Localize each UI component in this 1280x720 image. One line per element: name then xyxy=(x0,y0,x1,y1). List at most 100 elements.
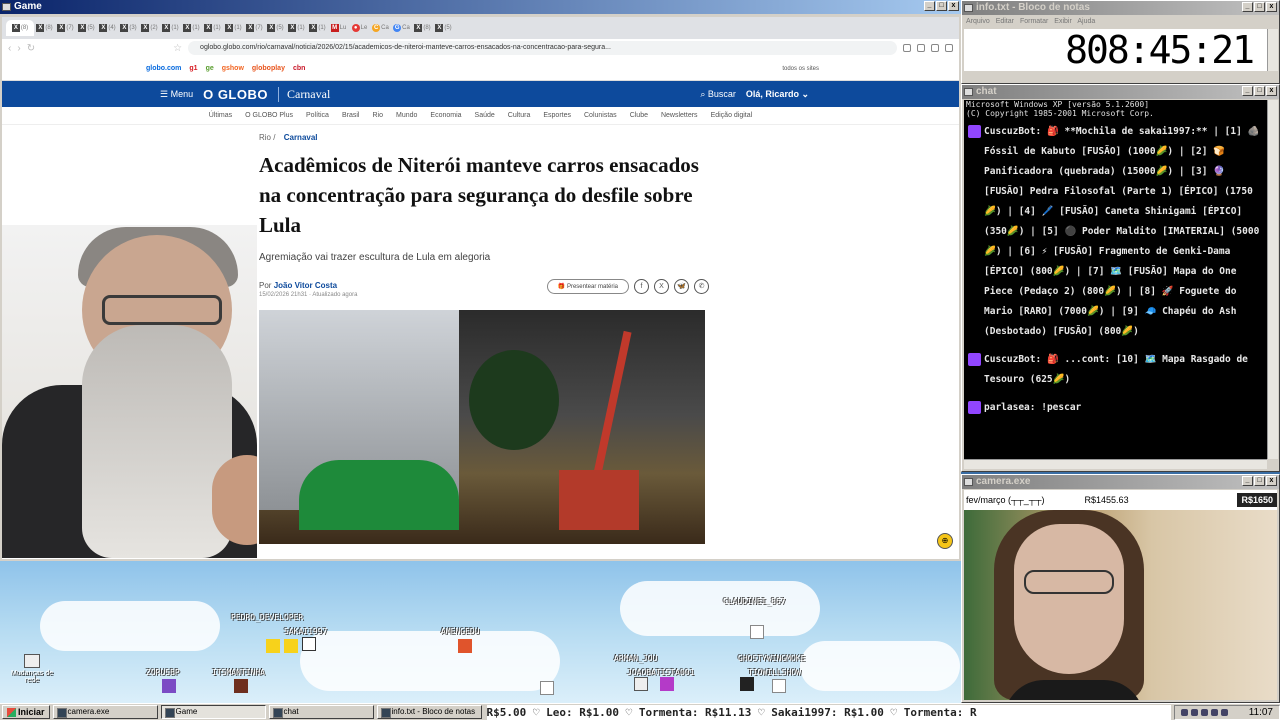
site-nav-item[interactable]: Esportes xyxy=(543,112,571,119)
site-nav-item[interactable]: Newsletters xyxy=(661,112,698,119)
tray-icon[interactable] xyxy=(1200,708,1208,716)
reload-icon[interactable]: ↻ xyxy=(27,43,35,54)
browser-tab[interactable]: X (1) xyxy=(286,20,307,36)
browser-tab[interactable]: ● Le xyxy=(349,20,370,36)
task-chat[interactable]: chat xyxy=(268,705,374,719)
browser-tab[interactable]: X (1) xyxy=(202,20,223,36)
browser-tab[interactable]: X (5) xyxy=(433,20,454,36)
maximize-button[interactable]: □ xyxy=(1254,86,1265,96)
notepad-titlebar[interactable]: info.txt - Bloco de notas _ □ x xyxy=(962,1,1279,15)
bookmark-globoplay[interactable]: globoplay xyxy=(252,65,285,72)
tray-icon[interactable] xyxy=(1180,708,1188,716)
menu-exibir[interactable]: Exibir xyxy=(1054,18,1072,25)
browser-tab[interactable]: X (5) xyxy=(265,20,286,36)
site-nav-item[interactable]: Economia xyxy=(430,112,461,119)
url-field[interactable]: oglobo.globo.com/rio/carnaval/noticia/20… xyxy=(188,41,897,55)
browser-tab[interactable]: X (1) xyxy=(160,20,181,36)
settings-icon[interactable] xyxy=(945,44,953,52)
close-button[interactable]: x xyxy=(1266,2,1277,12)
chat-vscrollbar[interactable] xyxy=(1267,100,1278,459)
bookmark-g1[interactable]: g1 xyxy=(189,65,197,72)
minimize-button[interactable]: _ xyxy=(924,1,935,11)
minimize-button[interactable]: _ xyxy=(1242,476,1253,486)
download-icon[interactable] xyxy=(917,44,925,52)
site-nav-item[interactable]: Clube xyxy=(630,112,648,119)
site-nav-item[interactable]: O GLOBO Plus xyxy=(245,112,293,119)
browser-tab[interactable]: G Ca xyxy=(391,20,412,36)
site-nav-item[interactable]: Brasil xyxy=(342,112,360,119)
tray-icon[interactable] xyxy=(1190,708,1198,716)
section-title[interactable]: Carnaval xyxy=(277,86,330,102)
maximize-button[interactable]: □ xyxy=(1254,476,1265,486)
search-button[interactable]: ⌕ Buscar xyxy=(700,89,736,100)
tray-icon[interactable] xyxy=(1220,708,1228,716)
minimize-button[interactable]: _ xyxy=(1242,2,1253,12)
author-link[interactable]: João Vitor Costa xyxy=(274,281,337,290)
chat-titlebar[interactable]: chat _ □ x xyxy=(962,85,1279,99)
browser-tab[interactable]: X (3) xyxy=(118,20,139,36)
browser-titlebar[interactable]: Game _ □ x xyxy=(0,0,961,14)
x-icon[interactable]: X xyxy=(654,279,669,294)
user-menu[interactable]: Olá, Ricardo ⌄ xyxy=(746,89,809,100)
site-nav-item[interactable]: Edição digital xyxy=(711,112,753,119)
task-camera[interactable]: camera.exe xyxy=(52,705,158,719)
task-notepad[interactable]: info.txt - Bloco de notas xyxy=(376,705,482,719)
floating-action-icon[interactable]: ⊕ xyxy=(937,533,953,549)
bookmark-ge[interactable]: ge xyxy=(206,65,214,72)
close-button[interactable]: x xyxy=(948,1,959,11)
site-nav-item[interactable]: Saúde xyxy=(475,112,495,119)
notepad-scrollbar[interactable] xyxy=(1267,29,1278,71)
maximize-button[interactable]: □ xyxy=(1254,2,1265,12)
chat-hscrollbar[interactable] xyxy=(964,459,1267,469)
menu-editar[interactable]: Editar xyxy=(996,18,1014,25)
bookmark-star-icon[interactable]: ☆ xyxy=(173,43,182,54)
back-icon[interactable]: ‹ xyxy=(8,43,11,54)
minimize-button[interactable]: _ xyxy=(1242,86,1253,96)
whatsapp-icon[interactable]: ✆ xyxy=(694,279,709,294)
menu-formatar[interactable]: Formatar xyxy=(1020,18,1048,25)
tray-icon[interactable] xyxy=(1210,708,1218,716)
breadcrumb-rio[interactable]: Rio xyxy=(259,133,271,142)
desktop-icon-network[interactable]: Mudanças de rede xyxy=(6,654,58,684)
bluesky-icon[interactable]: 🦋 xyxy=(674,279,689,294)
extension-icon[interactable] xyxy=(903,44,911,52)
browser-tab[interactable]: X (7) xyxy=(55,20,76,36)
bookmark-globo[interactable]: globo.com xyxy=(146,65,181,72)
gift-article-button[interactable]: 🎁 Presentear matéria xyxy=(546,279,629,294)
bookmark-cbn[interactable]: cbn xyxy=(293,65,305,72)
browser-tab[interactable]: X (8) xyxy=(6,20,34,36)
browser-tab[interactable]: X (8) xyxy=(34,20,55,36)
browser-tab[interactable]: X (2) xyxy=(139,20,160,36)
browser-tab[interactable]: X (1) xyxy=(307,20,328,36)
site-nav-item[interactable]: Últimas xyxy=(209,112,232,119)
site-nav-item[interactable]: Rio xyxy=(372,112,383,119)
site-nav-item[interactable]: Colunistas xyxy=(584,112,617,119)
start-button[interactable]: Iniciar xyxy=(2,705,50,719)
menu-button[interactable]: ☰ Menu xyxy=(160,89,193,100)
camera-titlebar[interactable]: camera.exe _ □ x xyxy=(962,475,1279,489)
facebook-icon[interactable]: f xyxy=(634,279,649,294)
browser-tab[interactable]: X (4) xyxy=(97,20,118,36)
menu-ajuda[interactable]: Ajuda xyxy=(1077,18,1095,25)
profile-icon[interactable] xyxy=(931,44,939,52)
breadcrumb-carnaval[interactable]: Carnaval xyxy=(284,133,318,142)
close-button[interactable]: x xyxy=(1266,476,1277,486)
browser-tab[interactable]: C Ca xyxy=(370,20,391,36)
site-nav-item[interactable]: Política xyxy=(306,112,329,119)
task-game[interactable]: Game xyxy=(160,705,266,719)
browser-tab[interactable]: M Lu xyxy=(328,20,349,36)
site-nav-item[interactable]: Mundo xyxy=(396,112,417,119)
site-nav-item[interactable]: Cultura xyxy=(508,112,531,119)
browser-tab[interactable]: X (7) xyxy=(244,20,265,36)
browser-tab[interactable]: X (5) xyxy=(76,20,97,36)
browser-tab[interactable]: X (1) xyxy=(223,20,244,36)
close-button[interactable]: x xyxy=(1266,86,1277,96)
bookmark-all-sites[interactable]: todos os sites xyxy=(782,66,819,72)
bookmark-gshow[interactable]: gshow xyxy=(222,65,244,72)
maximize-button[interactable]: □ xyxy=(936,1,947,11)
site-logo[interactable]: O GLOBO xyxy=(203,87,268,102)
forward-icon[interactable]: › xyxy=(17,43,20,54)
browser-tab[interactable]: X (8) xyxy=(412,20,433,36)
browser-tab[interactable]: X (1) xyxy=(181,20,202,36)
menu-arquivo[interactable]: Arquivo xyxy=(966,18,990,25)
